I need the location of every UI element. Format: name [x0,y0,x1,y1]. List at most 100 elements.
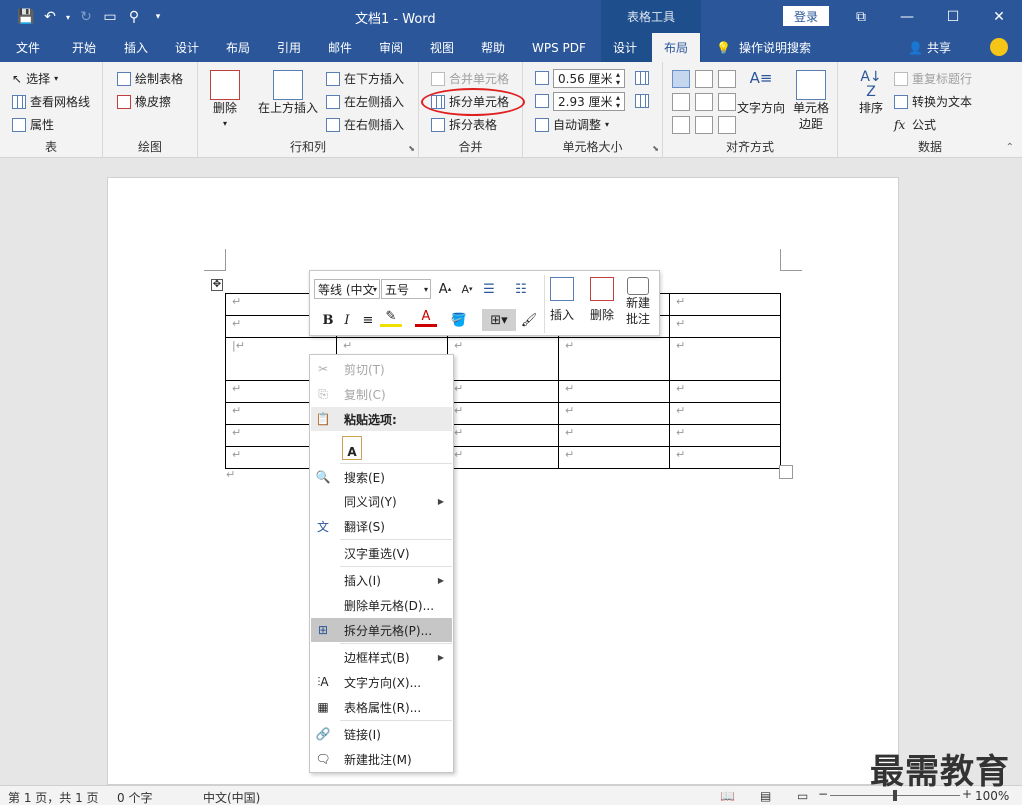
menu-item-border-styles[interactable]: 边框样式(B) ▶ [311,645,452,669]
font-size-select[interactable]: 五号 ▾ [381,279,431,299]
new-document-icon[interactable]: ▭ [98,6,122,28]
word-count[interactable]: 0 个字 [117,789,152,805]
insert-right-button[interactable]: 在右侧插入 [326,116,404,133]
text-direction-button[interactable]: A≡ 文字方向 [737,70,785,116]
menu-item-insert[interactable]: 插入(I) ▶ [311,568,452,592]
align-middle-center-button[interactable] [695,93,713,111]
table-cell[interactable]: ↵ [558,446,670,469]
tab-review[interactable]: 审阅 [379,33,403,62]
align-middle-left-button[interactable] [672,93,690,111]
dialog-launcher-icon[interactable]: ⬊ [408,144,415,153]
grow-font-icon[interactable]: A ▴ [434,278,456,300]
maximize-button[interactable]: ☐ [930,0,976,33]
align-middle-right-button[interactable] [718,93,736,111]
touch-mode-icon[interactable]: ⚲ [122,6,146,28]
menu-item-copy[interactable]: ⎘ 复制(C) [311,382,452,406]
insert-button[interactable]: 插入 [550,277,574,323]
tell-me-search[interactable]: 💡 操作说明搜索 [716,33,811,62]
collapse-ribbon-icon[interactable]: ⌃ [1006,142,1014,153]
read-mode-icon[interactable]: 📖 [720,789,735,803]
web-layout-icon[interactable]: ▭ [797,789,808,803]
save-icon[interactable]: 💾 [14,6,38,28]
redo-icon[interactable]: ↻ [74,6,98,28]
undo-icon[interactable]: ↶ [38,6,62,28]
menu-item-split-cells[interactable]: ⊞ 拆分单元格(P)... [311,618,452,642]
delete-table-button[interactable]: 删除 ▾ [210,70,240,132]
table-cell[interactable]: ↵ [447,402,559,425]
table-cell[interactable]: ↵ [558,424,670,447]
delete-button[interactable]: 删除 [590,277,614,323]
numbering-icon[interactable]: ☷ [510,278,532,300]
convert-to-text-button[interactable]: 转换为文本 [894,93,972,110]
tab-references[interactable]: 引用 [277,33,301,62]
login-button[interactable]: 登录 [783,6,829,26]
new-comment-button[interactable]: 新建 批注 [626,277,650,327]
format-painter-icon[interactable]: 🖌 [518,309,540,331]
tab-help[interactable]: 帮助 [481,33,505,62]
undo-dropdown-icon[interactable]: ▾ [62,6,74,28]
shading-icon[interactable]: 🪣 [448,309,470,331]
ribbon-display-options-icon[interactable]: ⧉ [838,0,884,33]
borders-icon[interactable]: ⊞▾ [482,309,516,331]
table-cell[interactable]: ↵ [669,380,781,403]
insert-above-button[interactable]: 在上方插入 [258,70,318,116]
customize-qat-icon[interactable]: ▾ [146,6,170,28]
menu-item-delete-cells[interactable]: 删除单元格(D)... [311,593,452,617]
minimize-button[interactable]: — [884,0,930,33]
table-resize-handle[interactable] [779,465,793,479]
dialog-launcher-icon[interactable]: ⬊ [652,144,659,153]
center-align-icon[interactable]: ≡ [357,309,379,331]
page-count[interactable]: 第 1 页，共 1 页 [8,789,99,805]
view-gridlines-button[interactable]: 查看网格线 [12,93,90,110]
repeat-header-button[interactable]: 重复标题行 [894,70,972,87]
distribute-rows-icon[interactable] [635,71,649,85]
tab-table-layout[interactable]: 布局 [652,33,701,62]
print-layout-icon[interactable]: ▤ [760,789,771,803]
menu-item-reconvert[interactable]: 汉字重选(V) [311,541,452,565]
font-color-icon[interactable]: A [415,309,437,327]
table-cell[interactable]: ↵ [447,337,559,381]
tab-table-design[interactable]: 设计 [613,33,637,62]
draw-table-button[interactable]: 绘制表格 [117,70,183,87]
insert-below-button[interactable]: 在下方插入 [326,70,404,87]
split-table-button[interactable]: 拆分表格 [431,116,497,133]
select-button[interactable]: ↖ 选择 ▾ [12,70,58,87]
tab-design[interactable]: 设计 [175,33,199,62]
align-top-left-button[interactable] [672,70,690,88]
menu-item-table-properties[interactable]: ▦ 表格属性(R)... [311,695,452,719]
language-indicator[interactable]: 中文(中国) [203,789,260,805]
tab-home[interactable]: 开始 [72,33,96,62]
table-cell[interactable]: ↵ [669,337,781,381]
formula-button[interactable]: fx 公式 [894,116,936,133]
table-move-handle-icon[interactable]: ✥ [211,279,223,291]
tab-wps-pdf[interactable]: WPS PDF [532,33,586,62]
align-top-center-button[interactable] [695,70,713,88]
menu-item-new-comment[interactable]: 🗨 新建批注(M) [311,747,452,771]
row-height-input[interactable]: 0.56 厘米 [553,69,625,88]
sort-button[interactable]: A↓ Z 排序 [856,70,886,116]
insert-left-button[interactable]: 在左侧插入 [326,93,404,110]
table-cell[interactable]: ↵ [558,337,670,381]
feedback-smiley-icon[interactable] [990,38,1008,56]
table-cell[interactable]: ↵ [558,380,670,403]
align-bottom-left-button[interactable] [672,116,690,134]
share-button[interactable]: 👤 共享 [908,33,951,62]
table-cell[interactable]: ↵ [669,424,781,447]
tab-layout[interactable]: 布局 [226,33,250,62]
table-cell[interactable]: ↵ [669,293,781,316]
table-cell[interactable]: ↵ [447,380,559,403]
shrink-font-icon[interactable]: A ▾ [456,278,478,300]
table-cell[interactable]: ↵ [669,402,781,425]
menu-item-text-direction[interactable]: ⫶A 文字方向(X)... [311,670,452,694]
tab-mailings[interactable]: 邮件 [328,33,352,62]
table-cell[interactable]: ↵ [447,424,559,447]
distribute-columns-icon[interactable] [635,94,649,108]
table-cell[interactable]: ↵ [669,446,781,469]
menu-item-search[interactable]: 🔍 搜索(E) [311,465,452,489]
align-bottom-right-button[interactable] [718,116,736,134]
paste-keep-text-only-button[interactable]: A [311,434,452,462]
menu-item-link[interactable]: 🔗 链接(I) [311,722,452,746]
align-top-right-button[interactable] [718,70,736,88]
column-width-input[interactable]: 2.93 厘米 [553,92,625,111]
tab-file[interactable]: 文件 [16,33,40,62]
